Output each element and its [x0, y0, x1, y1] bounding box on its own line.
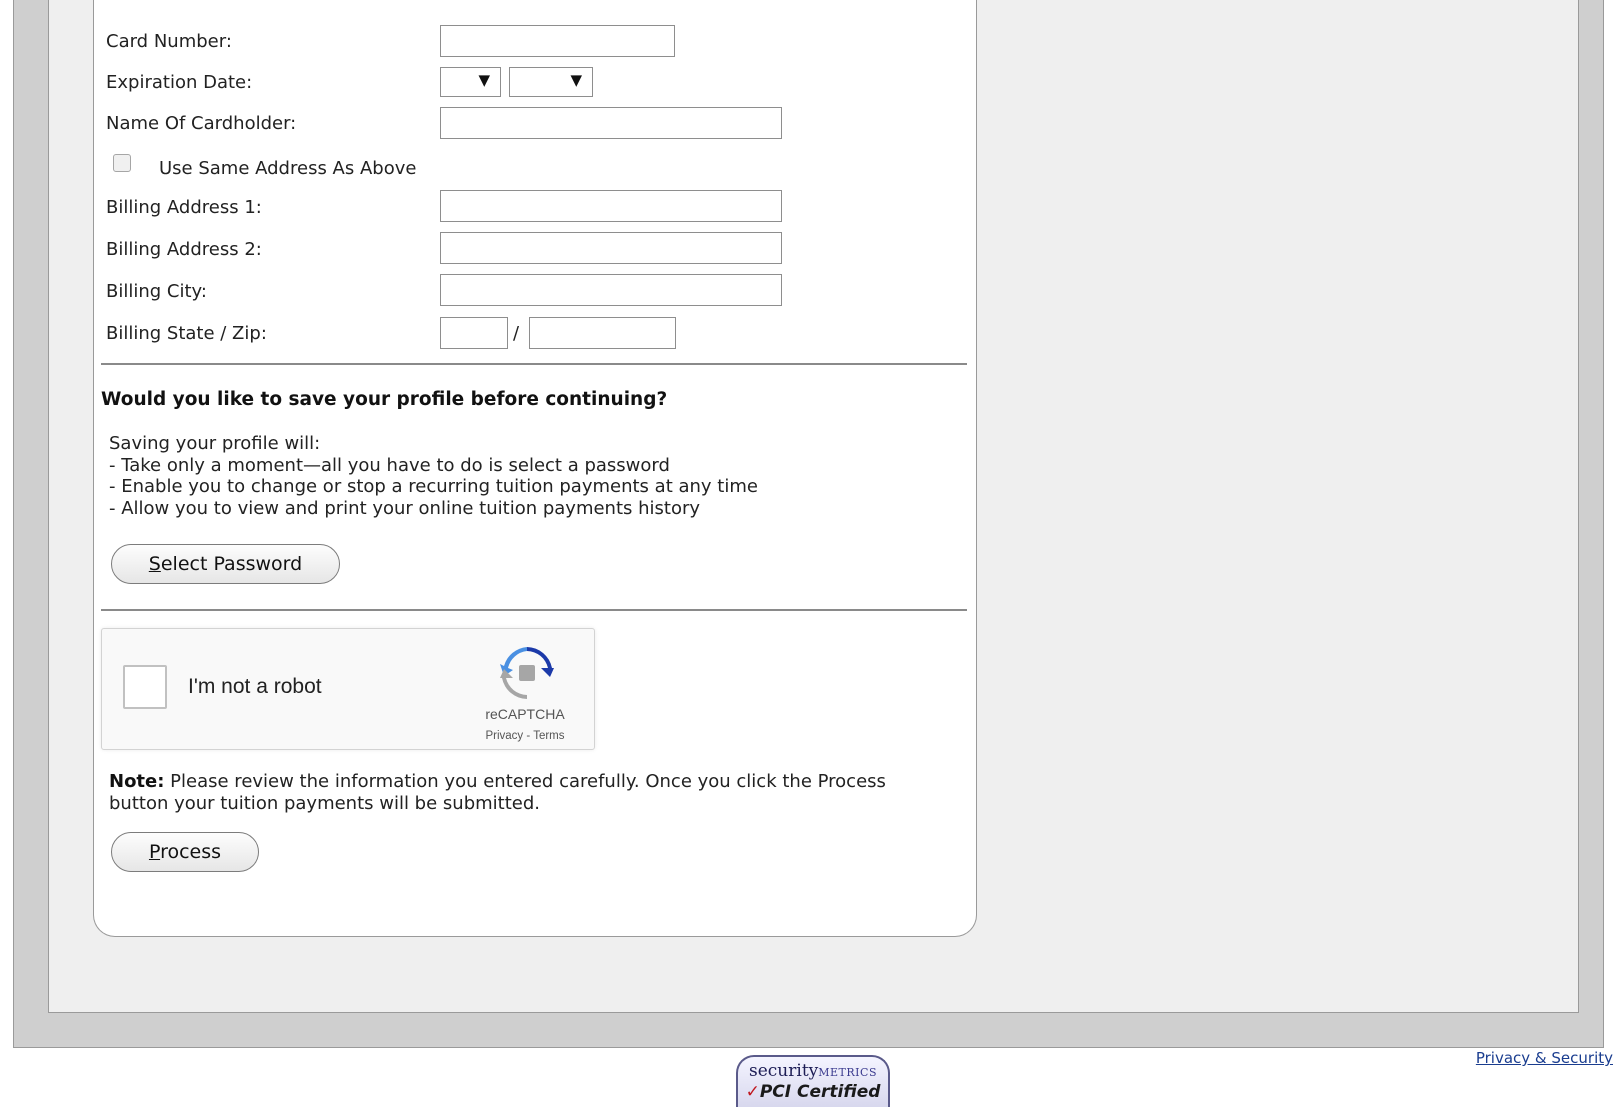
chevron-down-icon: ▼	[478, 71, 490, 89]
billing-address1-input[interactable]	[440, 190, 782, 222]
billing-address1-label: Billing Address 1:	[106, 197, 262, 218]
billing-city-label: Billing City:	[106, 281, 207, 302]
note-text: Please review the information you entere…	[109, 771, 886, 814]
pci-certified-badge[interactable]: securityMETRICS ✓PCI Certified	[736, 1055, 890, 1107]
checkmark-icon: ✓	[745, 1082, 760, 1102]
note-label: Note:	[109, 771, 165, 792]
recaptcha-widget: I'm not a robot reCAPTCHA Privacy - Term…	[101, 628, 595, 750]
recaptcha-privacy-terms-links[interactable]: Privacy - Terms	[472, 730, 578, 742]
review-note: Note: Please review the information you …	[109, 771, 939, 814]
card-number-input[interactable]	[440, 25, 675, 57]
expiration-date-label: Expiration Date:	[106, 72, 253, 93]
billing-zip-input[interactable]	[529, 317, 676, 349]
select-password-button[interactable]: Select Password	[111, 544, 340, 584]
save-profile-heading: Would you like to save your profile befo…	[101, 389, 668, 410]
badge-brand: securityMETRICS	[738, 1061, 888, 1081]
state-zip-separator: /	[513, 323, 520, 344]
recaptcha-logo-icon	[500, 647, 554, 699]
expiration-year-select[interactable]: ▼	[509, 67, 593, 97]
privacy-security-link[interactable]: Privacy & Security	[1476, 1049, 1613, 1067]
expiration-month-select[interactable]: ▼	[440, 67, 501, 97]
button-label: elect Password	[160, 553, 303, 575]
badge-caption-text: PCI Certified	[759, 1082, 881, 1102]
benefit-item: - Enable you to change or stop a recurri…	[109, 476, 758, 497]
cardholder-name-input[interactable]	[440, 107, 782, 139]
section-divider	[101, 363, 967, 365]
badge-caption: ✓PCI Certified	[738, 1082, 888, 1102]
billing-state-zip-label: Billing State / Zip:	[106, 323, 267, 344]
card-number-label: Card Number:	[106, 31, 232, 52]
recaptcha-brand: reCAPTCHA	[485, 706, 565, 722]
badge-brand-small: METRICS	[818, 1066, 877, 1079]
recaptcha-label: I'm not a robot	[188, 675, 322, 698]
billing-address2-label: Billing Address 2:	[106, 239, 262, 260]
benefits-intro: Saving your profile will:	[109, 433, 321, 454]
button-label: rocess	[160, 841, 222, 863]
chevron-down-icon: ▼	[570, 71, 582, 89]
process-button[interactable]: Process	[111, 832, 259, 872]
save-profile-benefits: Saving your profile will: - Take only a …	[109, 433, 758, 519]
accesskey-letter: P	[148, 841, 161, 863]
same-address-checkbox[interactable]	[113, 154, 131, 172]
accesskey-letter: S	[148, 553, 161, 575]
recaptcha-checkbox[interactable]	[123, 665, 167, 709]
benefit-item: - Take only a moment—all you have to do …	[109, 454, 670, 476]
section-divider	[101, 609, 967, 611]
billing-state-input[interactable]	[440, 317, 508, 349]
billing-city-input[interactable]	[440, 274, 782, 306]
benefit-item: - Allow you to view and print your onlin…	[109, 497, 701, 519]
badge-brand-main: security	[749, 1061, 819, 1081]
same-address-label: Use Same Address As Above	[159, 158, 417, 179]
billing-address2-input[interactable]	[440, 232, 782, 264]
cardholder-name-label: Name Of Cardholder:	[106, 113, 297, 134]
